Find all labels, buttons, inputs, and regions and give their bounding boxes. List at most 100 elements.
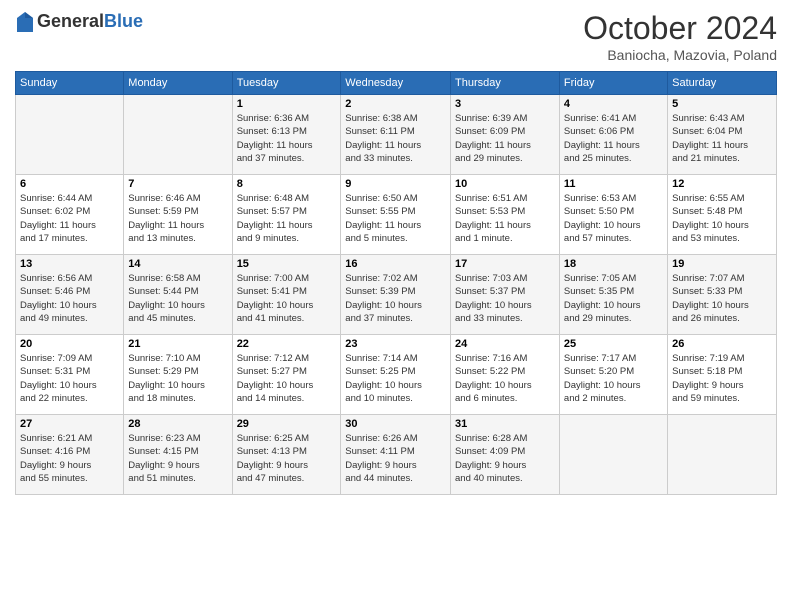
header-tuesday: Tuesday	[232, 72, 341, 95]
header: GeneralBlue October 2024 Baniocha, Mazov…	[15, 10, 777, 63]
week-row-0: 1Sunrise: 6:36 AM Sunset: 6:13 PM Daylig…	[16, 95, 777, 175]
table-row: 30 Sunrise: 6:26 AM Sunset: 4:11 PM Dayli…	[341, 415, 451, 495]
location-subtitle: Baniocha, Mazovia, Poland	[583, 47, 777, 63]
table-row: 29Sunrise: 6:25 AM Sunset: 4:13 PM Dayli…	[232, 415, 341, 495]
table-row: 4 Sunrise: 6:41 AM Sunset: 6:06 PM Daylig…	[559, 95, 667, 175]
table-row: 23 Sunrise: 7:14 AM Sunset: 5:25 PM Dayli…	[341, 335, 451, 415]
table-row: 5 Sunrise: 6:43 AM Sunset: 6:04 PM Daylig…	[668, 95, 777, 175]
day-number: 12	[672, 178, 772, 190]
title-section: October 2024 Baniocha, Mazovia, Poland	[583, 10, 777, 63]
day-number: 2	[345, 98, 446, 110]
day-info: Sunrise: 6:21 AM Sunset: 4:16 PM Dayligh…	[20, 432, 119, 485]
table-row	[124, 95, 232, 175]
table-row: 28 Sunrise: 6:23 AM Sunset: 4:15 PM Dayli…	[124, 415, 232, 495]
week-row-2: 13 Sunrise: 6:56 AM Sunset: 5:46 PM Dayli…	[16, 255, 777, 335]
page: GeneralBlue October 2024 Baniocha, Mazov…	[0, 0, 792, 612]
day-number: 17	[455, 258, 555, 270]
logo-icon	[15, 10, 35, 34]
header-sunday: Sunday	[16, 72, 124, 95]
day-number: 27	[20, 418, 119, 430]
day-info: Sunrise: 6:53 AM Sunset: 5:50 PM Dayligh…	[564, 192, 663, 245]
table-row: 2 Sunrise: 6:38 AM Sunset: 6:11 PM Daylig…	[341, 95, 451, 175]
week-row-3: 20 Sunrise: 7:09 AM Sunset: 5:31 PM Dayli…	[16, 335, 777, 415]
table-row: 1Sunrise: 6:36 AM Sunset: 6:13 PM Daylig…	[232, 95, 341, 175]
table-row: 9 Sunrise: 6:50 AM Sunset: 5:55 PM Daylig…	[341, 175, 451, 255]
week-row-4: 27 Sunrise: 6:21 AM Sunset: 4:16 PM Dayli…	[16, 415, 777, 495]
day-info: Sunrise: 6:26 AM Sunset: 4:11 PM Dayligh…	[345, 432, 446, 485]
day-number: 5	[672, 98, 772, 110]
table-row: 14Sunrise: 6:58 AM Sunset: 5:44 PM Dayli…	[124, 255, 232, 335]
header-wednesday: Wednesday	[341, 72, 451, 95]
day-info: Sunrise: 7:05 AM Sunset: 5:35 PM Dayligh…	[564, 272, 663, 325]
day-info: Sunrise: 6:38 AM Sunset: 6:11 PM Dayligh…	[345, 112, 446, 165]
table-row	[668, 415, 777, 495]
day-info: Sunrise: 7:17 AM Sunset: 5:20 PM Dayligh…	[564, 352, 663, 405]
header-monday: Monday	[124, 72, 232, 95]
day-number: 15	[237, 258, 337, 270]
logo: GeneralBlue	[15, 10, 143, 34]
day-info: Sunrise: 7:09 AM Sunset: 5:31 PM Dayligh…	[20, 352, 119, 405]
logo-blue-text: Blue	[104, 11, 143, 31]
day-info: Sunrise: 7:07 AM Sunset: 5:33 PM Dayligh…	[672, 272, 772, 325]
table-row: 31 Sunrise: 6:28 AM Sunset: 4:09 PM Dayli…	[451, 415, 560, 495]
table-row: 11 Sunrise: 6:53 AM Sunset: 5:50 PM Dayli…	[559, 175, 667, 255]
day-number: 25	[564, 338, 663, 350]
month-title: October 2024	[583, 10, 777, 47]
week-row-1: 6Sunrise: 6:44 AM Sunset: 6:02 PM Daylig…	[16, 175, 777, 255]
table-row: 24Sunrise: 7:16 AM Sunset: 5:22 PM Dayli…	[451, 335, 560, 415]
table-row: 15Sunrise: 7:00 AM Sunset: 5:41 PM Dayli…	[232, 255, 341, 335]
day-info: Sunrise: 6:56 AM Sunset: 5:46 PM Dayligh…	[20, 272, 119, 325]
day-number: 23	[345, 338, 446, 350]
header-friday: Friday	[559, 72, 667, 95]
day-number: 9	[345, 178, 446, 190]
table-row: 3Sunrise: 6:39 AM Sunset: 6:09 PM Daylig…	[451, 95, 560, 175]
day-info: Sunrise: 7:14 AM Sunset: 5:25 PM Dayligh…	[345, 352, 446, 405]
table-row: 26Sunrise: 7:19 AM Sunset: 5:18 PM Dayli…	[668, 335, 777, 415]
day-number: 8	[237, 178, 337, 190]
day-number: 26	[672, 338, 772, 350]
day-info: Sunrise: 6:28 AM Sunset: 4:09 PM Dayligh…	[455, 432, 555, 485]
day-number: 11	[564, 178, 663, 190]
day-number: 4	[564, 98, 663, 110]
day-info: Sunrise: 6:50 AM Sunset: 5:55 PM Dayligh…	[345, 192, 446, 245]
day-number: 31	[455, 418, 555, 430]
day-info: Sunrise: 6:43 AM Sunset: 6:04 PM Dayligh…	[672, 112, 772, 165]
day-info: Sunrise: 6:23 AM Sunset: 4:15 PM Dayligh…	[128, 432, 227, 485]
day-number: 30	[345, 418, 446, 430]
day-info: Sunrise: 7:02 AM Sunset: 5:39 PM Dayligh…	[345, 272, 446, 325]
day-info: Sunrise: 6:48 AM Sunset: 5:57 PM Dayligh…	[237, 192, 337, 245]
day-info: Sunrise: 7:10 AM Sunset: 5:29 PM Dayligh…	[128, 352, 227, 405]
day-info: Sunrise: 6:44 AM Sunset: 6:02 PM Dayligh…	[20, 192, 119, 245]
day-info: Sunrise: 6:41 AM Sunset: 6:06 PM Dayligh…	[564, 112, 663, 165]
day-number: 21	[128, 338, 227, 350]
day-number: 19	[672, 258, 772, 270]
day-info: Sunrise: 6:36 AM Sunset: 6:13 PM Dayligh…	[237, 112, 337, 165]
day-number: 14	[128, 258, 227, 270]
calendar-table: Sunday Monday Tuesday Wednesday Thursday…	[15, 71, 777, 495]
day-number: 16	[345, 258, 446, 270]
table-row: 18 Sunrise: 7:05 AM Sunset: 5:35 PM Dayli…	[559, 255, 667, 335]
day-number: 20	[20, 338, 119, 350]
day-info: Sunrise: 6:46 AM Sunset: 5:59 PM Dayligh…	[128, 192, 227, 245]
table-row: 17Sunrise: 7:03 AM Sunset: 5:37 PM Dayli…	[451, 255, 560, 335]
logo-general-text: General	[37, 11, 104, 31]
table-row	[16, 95, 124, 175]
day-number: 13	[20, 258, 119, 270]
table-row: 8 Sunrise: 6:48 AM Sunset: 5:57 PM Daylig…	[232, 175, 341, 255]
day-number: 10	[455, 178, 555, 190]
day-number: 7	[128, 178, 227, 190]
table-row: 13 Sunrise: 6:56 AM Sunset: 5:46 PM Dayli…	[16, 255, 124, 335]
calendar-header-row: Sunday Monday Tuesday Wednesday Thursday…	[16, 72, 777, 95]
day-info: Sunrise: 7:12 AM Sunset: 5:27 PM Dayligh…	[237, 352, 337, 405]
table-row: 27 Sunrise: 6:21 AM Sunset: 4:16 PM Dayli…	[16, 415, 124, 495]
day-number: 28	[128, 418, 227, 430]
header-thursday: Thursday	[451, 72, 560, 95]
table-row: 19 Sunrise: 7:07 AM Sunset: 5:33 PM Dayli…	[668, 255, 777, 335]
day-number: 3	[455, 98, 555, 110]
table-row: 22 Sunrise: 7:12 AM Sunset: 5:27 PM Dayli…	[232, 335, 341, 415]
day-number: 18	[564, 258, 663, 270]
table-row: 21 Sunrise: 7:10 AM Sunset: 5:29 PM Dayli…	[124, 335, 232, 415]
table-row: 7 Sunrise: 6:46 AM Sunset: 5:59 PM Daylig…	[124, 175, 232, 255]
table-row: 12Sunrise: 6:55 AM Sunset: 5:48 PM Dayli…	[668, 175, 777, 255]
day-number: 22	[237, 338, 337, 350]
